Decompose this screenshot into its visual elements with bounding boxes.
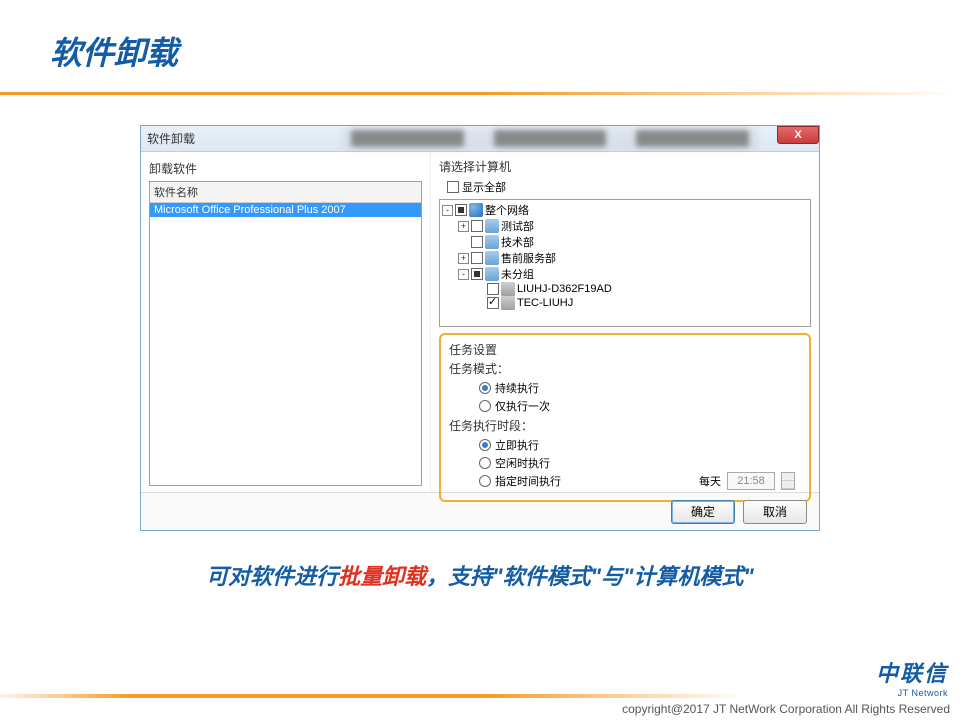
title-divider <box>0 92 960 95</box>
collapse-icon[interactable]: - <box>458 269 469 280</box>
tree-label: 售前服务部 <box>501 250 556 266</box>
computer-tree[interactable]: - 整个网络 + 测试部 技术部 <box>439 199 811 327</box>
logo-text: 中联信 <box>876 656 948 688</box>
footer-divider <box>0 694 876 698</box>
time-input[interactable] <box>727 472 775 490</box>
checkbox-icon[interactable] <box>471 220 483 232</box>
radio-idle[interactable]: 空闲时执行 <box>449 454 801 472</box>
show-all-checkbox[interactable]: 显示全部 <box>447 179 811 195</box>
left-panel: 卸载软件 软件名称 Microsoft Office Professional … <box>141 152 431 492</box>
radio-label: 立即执行 <box>495 437 539 453</box>
logo-subtext: JT Network <box>876 688 948 698</box>
tree-label: 整个网络 <box>485 202 529 218</box>
spacer <box>474 284 485 295</box>
task-settings-title: 任务设置 <box>449 341 801 358</box>
radio-label: 空闲时执行 <box>495 455 550 471</box>
group-icon <box>485 267 499 281</box>
spacer <box>458 237 469 248</box>
dialog-window: 软件卸载 X 卸载软件 软件名称 Microsoft Office Profes… <box>140 125 820 531</box>
checkbox-icon[interactable] <box>471 236 483 248</box>
right-panel: 请选择计算机 显示全部 - 整个网络 + <box>431 152 819 492</box>
pc-icon <box>501 296 515 310</box>
software-list[interactable]: 软件名称 Microsoft Office Professional Plus … <box>149 181 422 486</box>
tree-group[interactable]: - 未分组 <box>442 266 808 282</box>
radio-icon <box>479 382 491 394</box>
list-item[interactable]: Microsoft Office Professional Plus 2007 <box>150 203 421 217</box>
tree-group[interactable]: + 售前服务部 <box>442 250 808 266</box>
tree-label: LIUHJ-D362F19AD <box>517 283 612 295</box>
pc-icon <box>501 282 515 296</box>
checkbox-icon[interactable] <box>487 297 499 309</box>
list-header-name[interactable]: 软件名称 <box>150 182 421 203</box>
checkbox-icon[interactable] <box>471 268 483 280</box>
slide-title: 软件卸载 <box>0 0 960 84</box>
tree-label: TEC-LIUHJ <box>517 297 573 309</box>
group-icon <box>485 235 499 249</box>
collapse-icon[interactable]: - <box>442 205 453 216</box>
radio-once[interactable]: 仅执行一次 <box>449 397 801 415</box>
copyright: copyright@2017 JT NetWork Corporation Al… <box>622 702 950 716</box>
time-spinner[interactable] <box>781 472 795 490</box>
radio-icon <box>479 475 491 487</box>
footer-bar: 中联信 JT Network <box>0 656 960 698</box>
select-computer-label: 请选择计算机 <box>439 158 811 175</box>
checkbox-icon[interactable] <box>455 204 467 216</box>
caption-suffix: ，支持"软件模式"与"计算机模式" <box>426 564 754 589</box>
blurred-tabs <box>341 128 759 149</box>
cancel-button[interactable]: 取消 <box>743 500 807 524</box>
group-icon <box>485 251 499 265</box>
window-titlebar[interactable]: 软件卸载 X <box>141 126 819 152</box>
network-icon <box>469 203 483 217</box>
radio-icon <box>479 439 491 451</box>
tree-label: 技术部 <box>501 234 534 250</box>
radio-icon <box>479 457 491 469</box>
window-title: 软件卸载 <box>147 130 195 147</box>
radio-label: 指定时间执行 <box>495 473 561 489</box>
task-period-label: 任务执行时段： <box>449 417 801 434</box>
tree-group[interactable]: 技术部 <box>442 234 808 250</box>
daily-label: 每天 <box>699 473 721 489</box>
show-all-label: 显示全部 <box>462 179 506 195</box>
radio-immediate[interactable]: 立即执行 <box>449 436 801 454</box>
caption-emphasis: 批量卸载 <box>338 564 426 589</box>
tree-label: 未分组 <box>501 266 534 282</box>
tree-label: 测试部 <box>501 218 534 234</box>
tree-group[interactable]: + 测试部 <box>442 218 808 234</box>
slide-caption: 可对软件进行批量卸载，支持"软件模式"与"计算机模式" <box>0 559 960 591</box>
radio-label: 仅执行一次 <box>495 398 550 414</box>
radio-icon <box>479 400 491 412</box>
task-settings-box: 任务设置 任务模式： 持续执行 仅执行一次 任务执行时段： 立即执行 空闲 <box>439 333 811 502</box>
tree-pc[interactable]: LIUHJ-D362F19AD <box>442 282 808 296</box>
caption-prefix: 可对软件进行 <box>206 564 338 589</box>
ok-button[interactable]: 确定 <box>671 500 735 524</box>
checkbox-icon[interactable] <box>487 283 499 295</box>
expand-icon[interactable]: + <box>458 253 469 264</box>
logo: 中联信 JT Network <box>876 656 960 698</box>
radio-label: 持续执行 <box>495 380 539 396</box>
spacer <box>474 298 485 309</box>
group-icon <box>485 219 499 233</box>
task-mode-label: 任务模式： <box>449 360 801 377</box>
uninstall-software-label: 卸载软件 <box>149 160 422 177</box>
close-icon[interactable]: X <box>777 126 819 144</box>
checkbox-icon <box>447 181 459 193</box>
tree-root[interactable]: - 整个网络 <box>442 202 808 218</box>
expand-icon[interactable]: + <box>458 221 469 232</box>
tree-pc[interactable]: TEC-LIUHJ <box>442 296 808 310</box>
radio-continuous[interactable]: 持续执行 <box>449 379 801 397</box>
checkbox-icon[interactable] <box>471 252 483 264</box>
